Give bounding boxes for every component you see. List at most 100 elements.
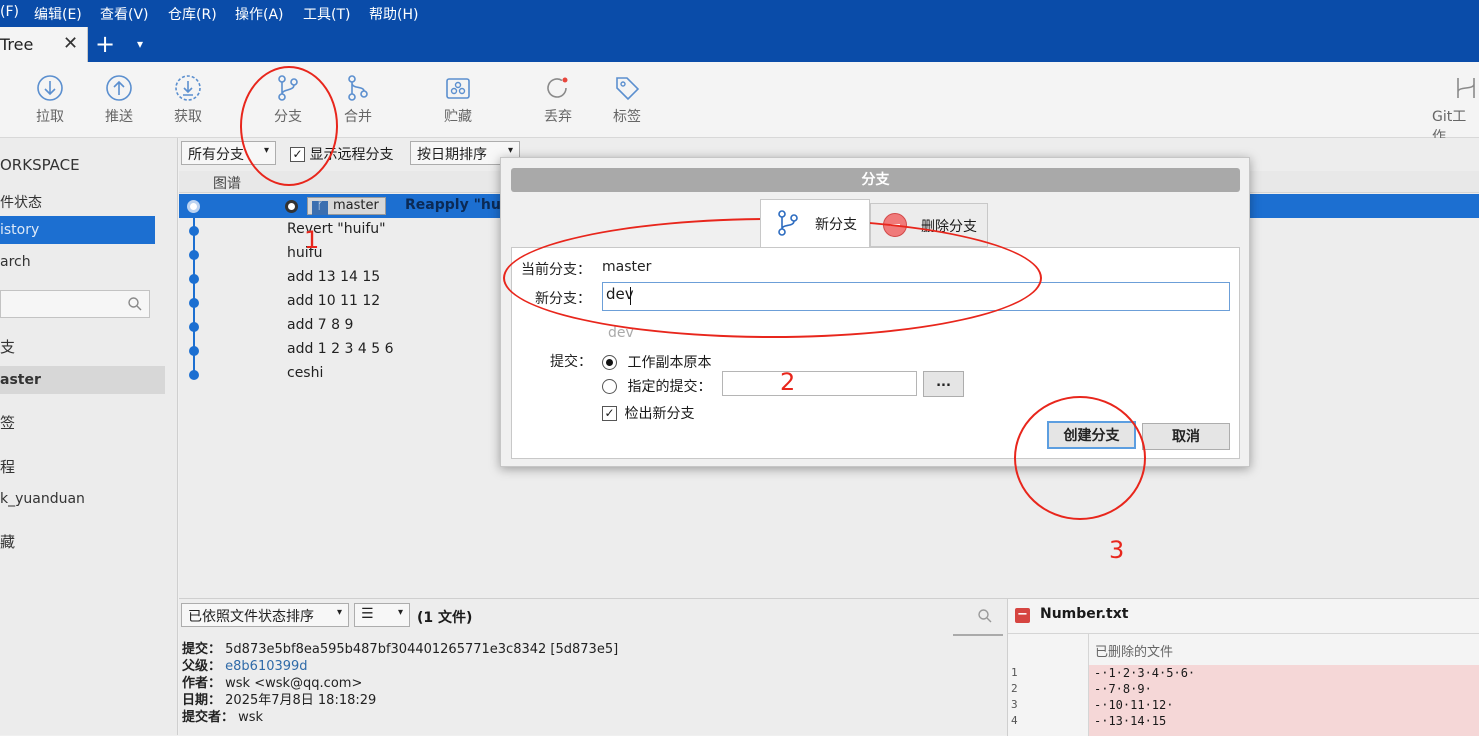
annotation-circle [1014,396,1146,520]
menu-bar: (F) 编辑(E) 查看(V) 仓库(R) 操作(A) 工具(T) 帮助(H) [0,0,1479,27]
sidebar-stashes-header: 藏 [0,533,16,551]
sidebar-item-search[interactable]: arch [0,254,31,270]
sidebar-item-history[interactable]: istory [0,216,155,244]
diff-line: -·13·14·15 [1094,714,1167,728]
menu-tools[interactable]: 工具(T) [303,4,350,24]
gitflow-button[interactable]: Git工作 [1428,74,1479,146]
sidebar-workspace-header: ORKSPACE [0,156,80,174]
sidebar-item-master-label: aster [0,372,41,388]
sidebar-item-master[interactable]: aster [0,366,165,394]
diff-line: -·1·2·3·4·5·6· [1094,666,1196,680]
details-panel: 已依照文件状态排序 ▾ ☰ ▾ (1 文件) 提交： 5d873e5bf8ea5… [179,598,1479,736]
diff-line: -·7·8·9· [1094,682,1152,696]
discard-icon [547,77,568,98]
menu-repository[interactable]: 仓库(R) [168,4,217,24]
radio-working-copy[interactable]: 工作副本原本 [602,352,711,372]
line-number: 1 [1011,666,1018,679]
menu-actions[interactable]: 操作(A) [235,4,284,24]
chevron-down-icon[interactable]: ▾ [137,37,143,51]
browse-commit-button[interactable]: ... [923,371,964,397]
commit-message: ceshi [287,365,324,381]
branch-label-master: ᚴ master [307,197,386,215]
annotation-circle [240,66,338,186]
commit-message: add 10 11 12 [287,293,381,309]
committer-value: wsk [238,710,264,725]
tab-new-branch-label: 新分支 [815,217,857,233]
deleted-file-icon: − [1015,608,1030,623]
graph-column-label: 图谱 [213,176,241,192]
specified-commit-input[interactable] [722,371,917,396]
fetch-icon [175,75,201,101]
sidebar-remotes-header: 程 [0,458,16,476]
merge-icon [348,75,368,101]
commit-node-icon [189,322,199,332]
fetch-button[interactable]: 获取 [158,74,218,126]
list-icon: ☰ [361,606,374,622]
stash-icon [446,78,470,99]
search-icon[interactable] [977,608,993,624]
sidebar-item-file-status[interactable]: 件状态 [0,192,42,212]
branch-label-text: master [333,198,379,213]
push-button[interactable]: 推送 [89,74,149,126]
view-mode-dropdown[interactable]: ☰ ▾ [354,603,410,627]
add-tab-icon[interactable]: + [95,30,115,58]
sidebar-item-history-label: istory [0,222,40,238]
checkbox-checked-icon: ✓ [602,405,617,421]
line-number: 2 [1011,682,1018,695]
pull-icon [37,75,63,101]
checkout-checkbox-label: 检出新分支 [624,406,695,422]
divider [953,634,1003,636]
commit-message: Revert "huifu" [287,221,386,237]
menu-edit[interactable]: 编辑(E) [34,4,82,24]
radio-specified-commit-label: 指定的提交： [627,379,712,395]
menu-view[interactable]: 查看(V) [100,4,149,24]
tab-new-branch[interactable]: 新分支 [760,199,870,247]
discard-button[interactable]: 丢弃 [528,74,588,126]
tag-button[interactable]: 标签 [597,74,657,126]
commit-source-label: 提交： [550,354,592,370]
committer-line: 提交者： wsk [182,706,263,725]
pull-button[interactable]: 拉取 [20,74,80,126]
sidebar-tags-header: 签 [0,414,16,432]
file-sort-dropdown[interactable]: 已依照文件状态排序 ▾ [181,603,349,627]
commit-message: Reapply "hui [405,197,506,213]
checkout-checkbox[interactable]: ✓ 检出新分支 [602,403,694,423]
sidebar-search-input[interactable] [0,290,150,318]
file-sort-value: 已依照文件状态排序 [188,609,314,625]
fetch-label: 获取 [174,109,202,125]
sidebar-item-remote[interactable]: k_yuanduan [0,491,85,507]
diff-pane: − Number.txt 已删除的文件 1 2 3 4 -·1·2·3·4·5·… [1007,599,1479,736]
menu-file[interactable]: (F) [0,4,19,20]
tag-label: 标签 [613,109,641,125]
sidebar-branches-header: 支 [0,338,16,356]
search-icon [128,297,142,311]
radio-unselected-icon [602,378,617,394]
menu-help[interactable]: 帮助(H) [369,4,418,24]
annotation-number-1: 1 [304,226,320,254]
sidebar: ORKSPACE 件状态 istory arch 支 aster 签 程 k_y… [0,138,178,735]
push-icon [106,75,132,101]
divider [1008,633,1479,634]
cancel-button[interactable]: 取消 [1142,423,1230,450]
file-count: (1 文件) [417,610,473,626]
annotation-number-3: 3 [1109,536,1125,564]
commit-node-icon [189,370,199,380]
radio-specified-commit[interactable]: 指定的提交： [602,376,711,396]
commit-node-icon [189,346,199,356]
repo-tab[interactable]: Tree ✕ [0,27,88,62]
gitflow-icon [1457,78,1475,98]
repo-tab-title: Tree [0,35,34,54]
stash-button[interactable]: 贮藏 [428,74,488,126]
radio-selected-icon [602,354,617,370]
commit-node-icon [189,274,199,284]
line-number: 3 [1011,698,1018,711]
annotation-number-2: 2 [780,368,796,396]
branch-icon [778,210,798,236]
radio-working-copy-label: 工作副本原本 [627,355,712,371]
branch-filter-value: 所有分支 [188,147,244,163]
commit-node-icon [189,298,199,308]
commit-node-icon [187,200,200,213]
sort-value: 按日期排序 [417,147,487,163]
discard-label: 丢弃 [544,109,572,125]
close-icon[interactable]: ✕ [63,33,78,54]
